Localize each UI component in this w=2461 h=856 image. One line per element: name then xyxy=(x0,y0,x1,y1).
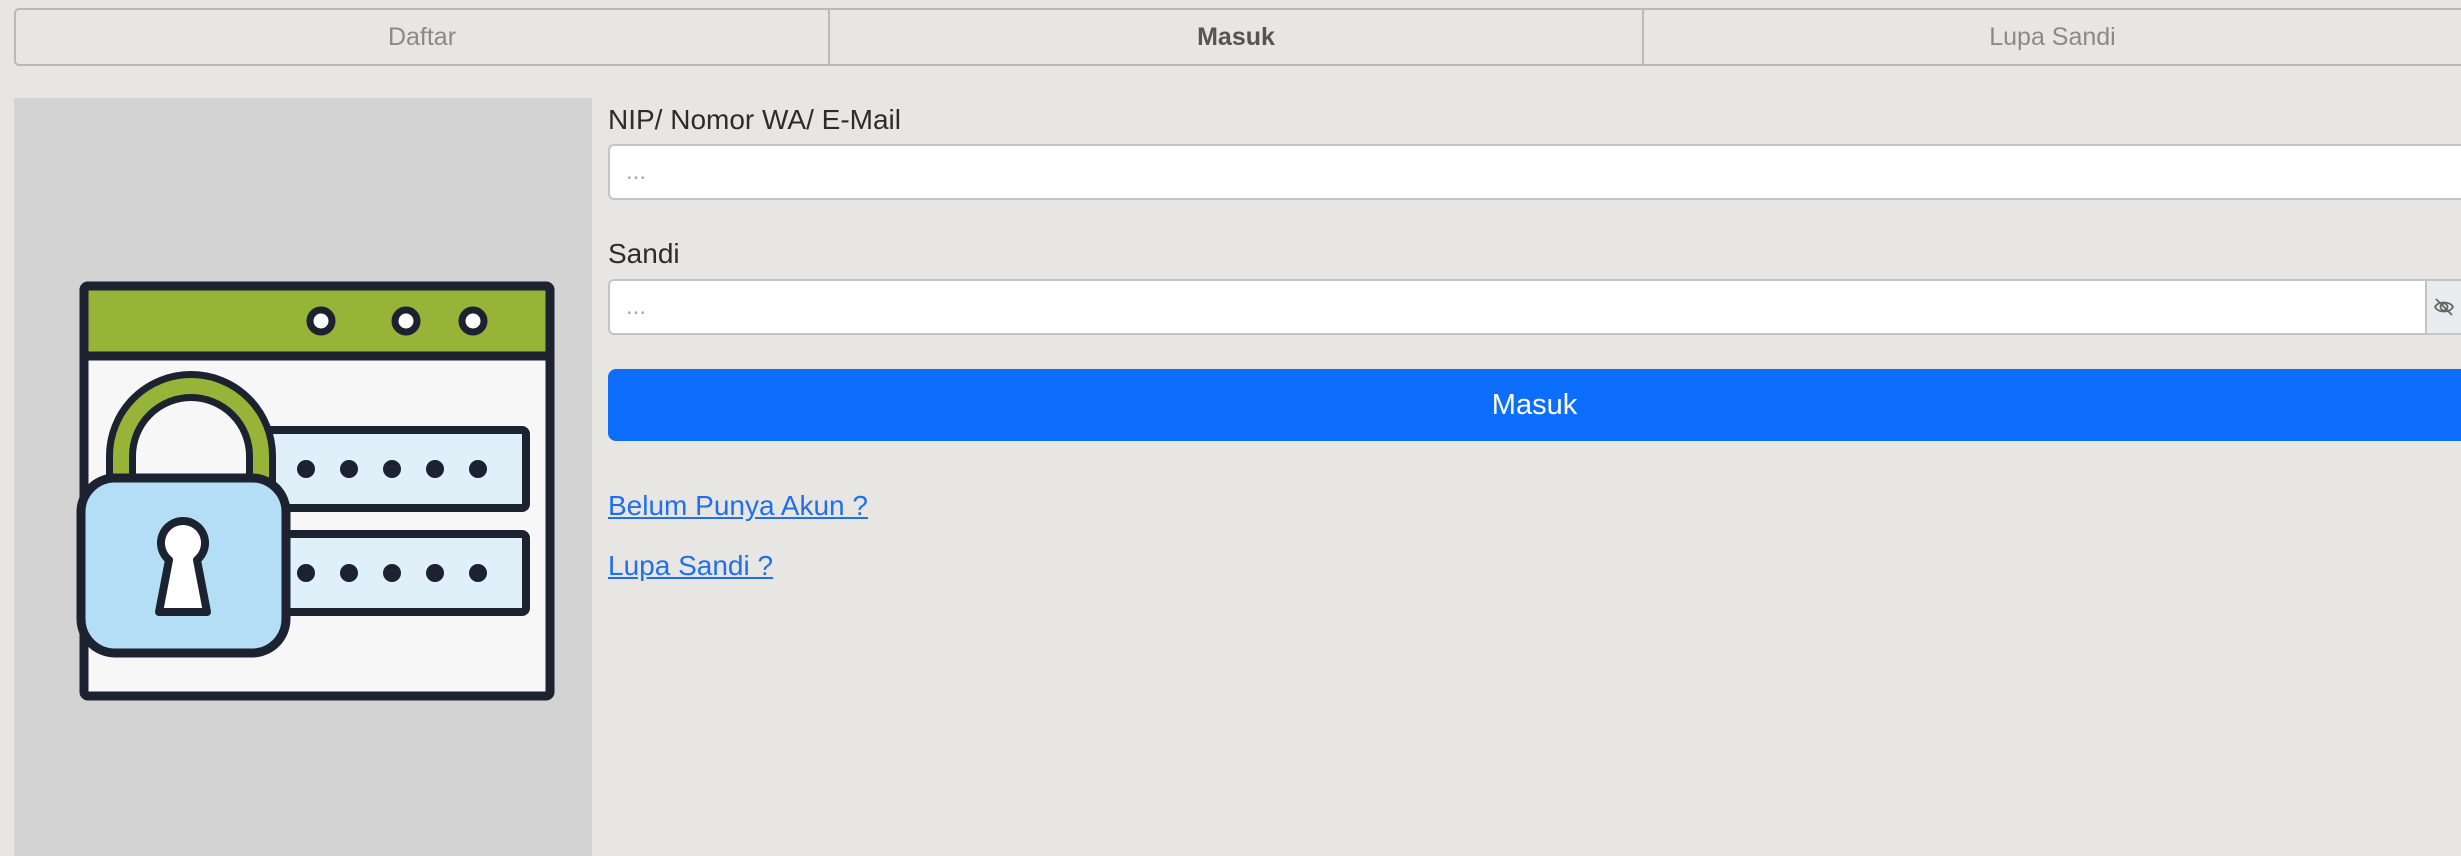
register-link[interactable]: Belum Punya Akun ? xyxy=(608,490,868,522)
forgot-password-link[interactable]: Lupa Sandi ? xyxy=(608,550,773,582)
illustration-panel xyxy=(14,98,592,856)
auth-tabs: Daftar Masuk Lupa Sandi xyxy=(14,8,2461,66)
eye-slash-icon xyxy=(2433,298,2455,316)
password-row xyxy=(608,279,2461,335)
tab-lupa-sandi[interactable]: Lupa Sandi xyxy=(1644,10,2461,64)
tab-masuk[interactable]: Masuk xyxy=(830,10,1644,64)
password-input[interactable] xyxy=(608,279,2427,335)
id-input[interactable] xyxy=(608,144,2461,200)
id-label: NIP/ Nomor WA/ E-Mail xyxy=(608,104,901,135)
browser-lock-password-icon xyxy=(76,281,555,701)
password-label: Sandi xyxy=(608,238,680,269)
password-toggle-button[interactable] xyxy=(2425,279,2461,335)
masuk-button[interactable]: Masuk xyxy=(608,369,2461,441)
tab-daftar[interactable]: Daftar xyxy=(16,10,830,64)
